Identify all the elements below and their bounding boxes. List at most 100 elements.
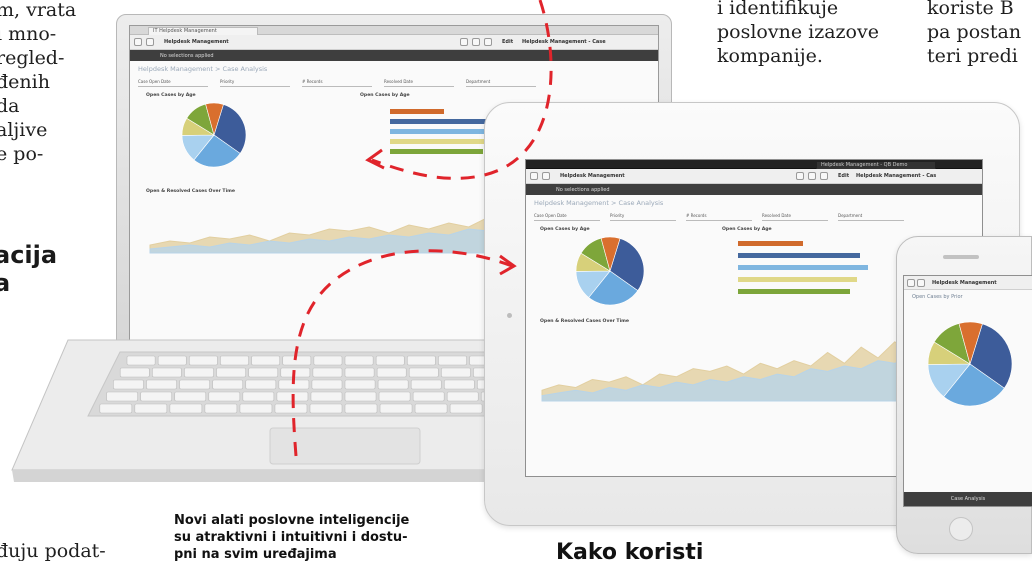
browser-tab[interactable]: IT Helpdesk Management <box>148 27 258 35</box>
keyboard-key <box>379 403 413 414</box>
keyboard-key <box>344 391 377 402</box>
keyboard-key <box>216 367 246 378</box>
keyboard-key <box>274 403 308 414</box>
keyboard-key <box>309 403 343 414</box>
bar[interactable] <box>390 149 483 154</box>
bar[interactable] <box>390 119 492 124</box>
keyboard-key <box>188 355 218 366</box>
app-toolbar: Helpdesk Management Edit Helpdesk Manage… <box>130 35 658 50</box>
bar[interactable] <box>738 241 803 246</box>
col1-line: regled- <box>0 47 65 69</box>
filter-records[interactable]: # Records <box>302 79 372 87</box>
back-button[interactable] <box>907 279 915 287</box>
filter-resolved-date[interactable]: Resolved Date <box>762 213 828 221</box>
caption-line: su atraktivni i intuitivni i dostu- <box>174 530 408 545</box>
export-button[interactable] <box>484 38 492 46</box>
bookmark-button[interactable] <box>796 172 804 180</box>
sheet-title: Helpdesk Management > Case Analysis <box>534 199 664 207</box>
edit-button[interactable]: Edit <box>502 39 513 45</box>
sheet-selector[interactable]: Helpdesk Management - Case <box>522 39 606 45</box>
keyboard-key <box>119 367 150 378</box>
filter-priority[interactable]: Priority <box>220 79 290 87</box>
bar[interactable] <box>390 139 489 144</box>
edit-button[interactable]: Edit <box>838 173 849 179</box>
bottom-heading: Kako koristi <box>556 540 704 561</box>
print-button[interactable] <box>472 38 480 46</box>
keyboard-key <box>146 379 177 390</box>
filter-case-open-date[interactable]: Case Open Date <box>534 213 600 221</box>
keyboard-key <box>310 391 343 402</box>
filter-priority[interactable]: Priority <box>610 213 676 221</box>
keyboard-key <box>174 391 207 402</box>
col1-line: e po- <box>0 143 44 165</box>
keyboard-key <box>278 379 310 390</box>
keyboard-key <box>157 355 187 366</box>
col1-line: m, vrata <box>0 0 77 21</box>
col1-bottom-line: đuju podat- <box>0 540 106 561</box>
filter-department[interactable]: Department <box>466 79 536 87</box>
bar[interactable] <box>738 253 861 258</box>
keyboard-key <box>204 403 238 414</box>
back-button[interactable] <box>134 38 142 46</box>
caption-line: pni na svim uređajima <box>174 547 337 561</box>
filter-case-open-date[interactable]: Case Open Date <box>138 79 208 87</box>
export-button[interactable] <box>820 172 828 180</box>
print-button[interactable] <box>808 172 816 180</box>
home-button[interactable] <box>917 279 925 287</box>
browser-tabbar: IT Helpdesk Management <box>130 26 658 35</box>
keyboard-key <box>410 379 442 390</box>
home-button[interactable] <box>146 38 154 46</box>
keyboard-key <box>375 355 405 366</box>
sheet-selector[interactable]: Helpdesk Management - Case <box>856 173 936 179</box>
keyboard-key <box>179 379 210 390</box>
keyboard-key <box>242 391 275 402</box>
col2-line: kompanije. <box>717 45 823 67</box>
keyboard-key <box>169 403 203 414</box>
bar[interactable] <box>390 109 444 114</box>
back-button[interactable] <box>530 172 538 180</box>
bar[interactable] <box>390 129 498 134</box>
phone-home-button[interactable] <box>949 517 973 541</box>
tablet-toolbar: Helpdesk Management Edit Helpdesk Manage… <box>526 169 982 184</box>
tablet-statusbar: Helpdesk Management - QB Demo <box>526 160 982 169</box>
keyboard-key <box>99 403 133 414</box>
keyboard-key <box>443 379 475 390</box>
col1-line: đenih <box>0 71 50 93</box>
keyboard-key <box>276 391 309 402</box>
keyboard-key <box>251 355 281 366</box>
area-chart <box>149 200 649 254</box>
col1-line: aljive <box>0 119 48 141</box>
keyboard-key <box>152 367 182 378</box>
app-title: Helpdesk Management <box>164 39 229 45</box>
filter-resolved-date[interactable]: Resolved Date <box>384 79 454 87</box>
section-heading: a <box>0 269 11 297</box>
keyboard-key <box>313 355 343 366</box>
phone: Helpdesk Management Open Cases by Prior … <box>896 236 1032 554</box>
filter-row: Case Open Date Priority # Records Resolv… <box>534 213 974 223</box>
col1-line: i mno- <box>0 23 57 45</box>
bar[interactable] <box>738 277 857 282</box>
col2-line: poslovne izazove <box>717 21 879 43</box>
selection-status: No selections applied <box>556 187 610 193</box>
filter-department[interactable]: Department <box>838 213 904 221</box>
phone-footer[interactable]: Case Analysis <box>904 492 1032 506</box>
home-button[interactable] <box>542 172 550 180</box>
keyboard-key <box>208 391 241 402</box>
line-title: Open & Resolved Cases Over Time <box>146 189 236 194</box>
area-chart <box>541 329 963 402</box>
filter-records[interactable]: # Records <box>686 213 752 221</box>
keyboard-key <box>412 391 445 402</box>
keyboard-key <box>344 355 374 366</box>
bar[interactable] <box>738 265 868 270</box>
bookmark-button[interactable] <box>460 38 468 46</box>
phone-app-title: Helpdesk Management <box>932 280 997 286</box>
bar[interactable] <box>738 289 850 294</box>
keyboard-key <box>344 367 375 378</box>
col3-line: koriste B <box>927 0 1014 19</box>
col1-line: da <box>0 95 20 117</box>
keyboard-key <box>414 403 448 414</box>
line-title: Open & Resolved Cases Over Time <box>540 319 630 324</box>
phone-speaker <box>943 255 979 259</box>
pie-title: Open Cases by Age <box>146 93 196 98</box>
bar-title: Open Cases by Age <box>360 93 410 98</box>
